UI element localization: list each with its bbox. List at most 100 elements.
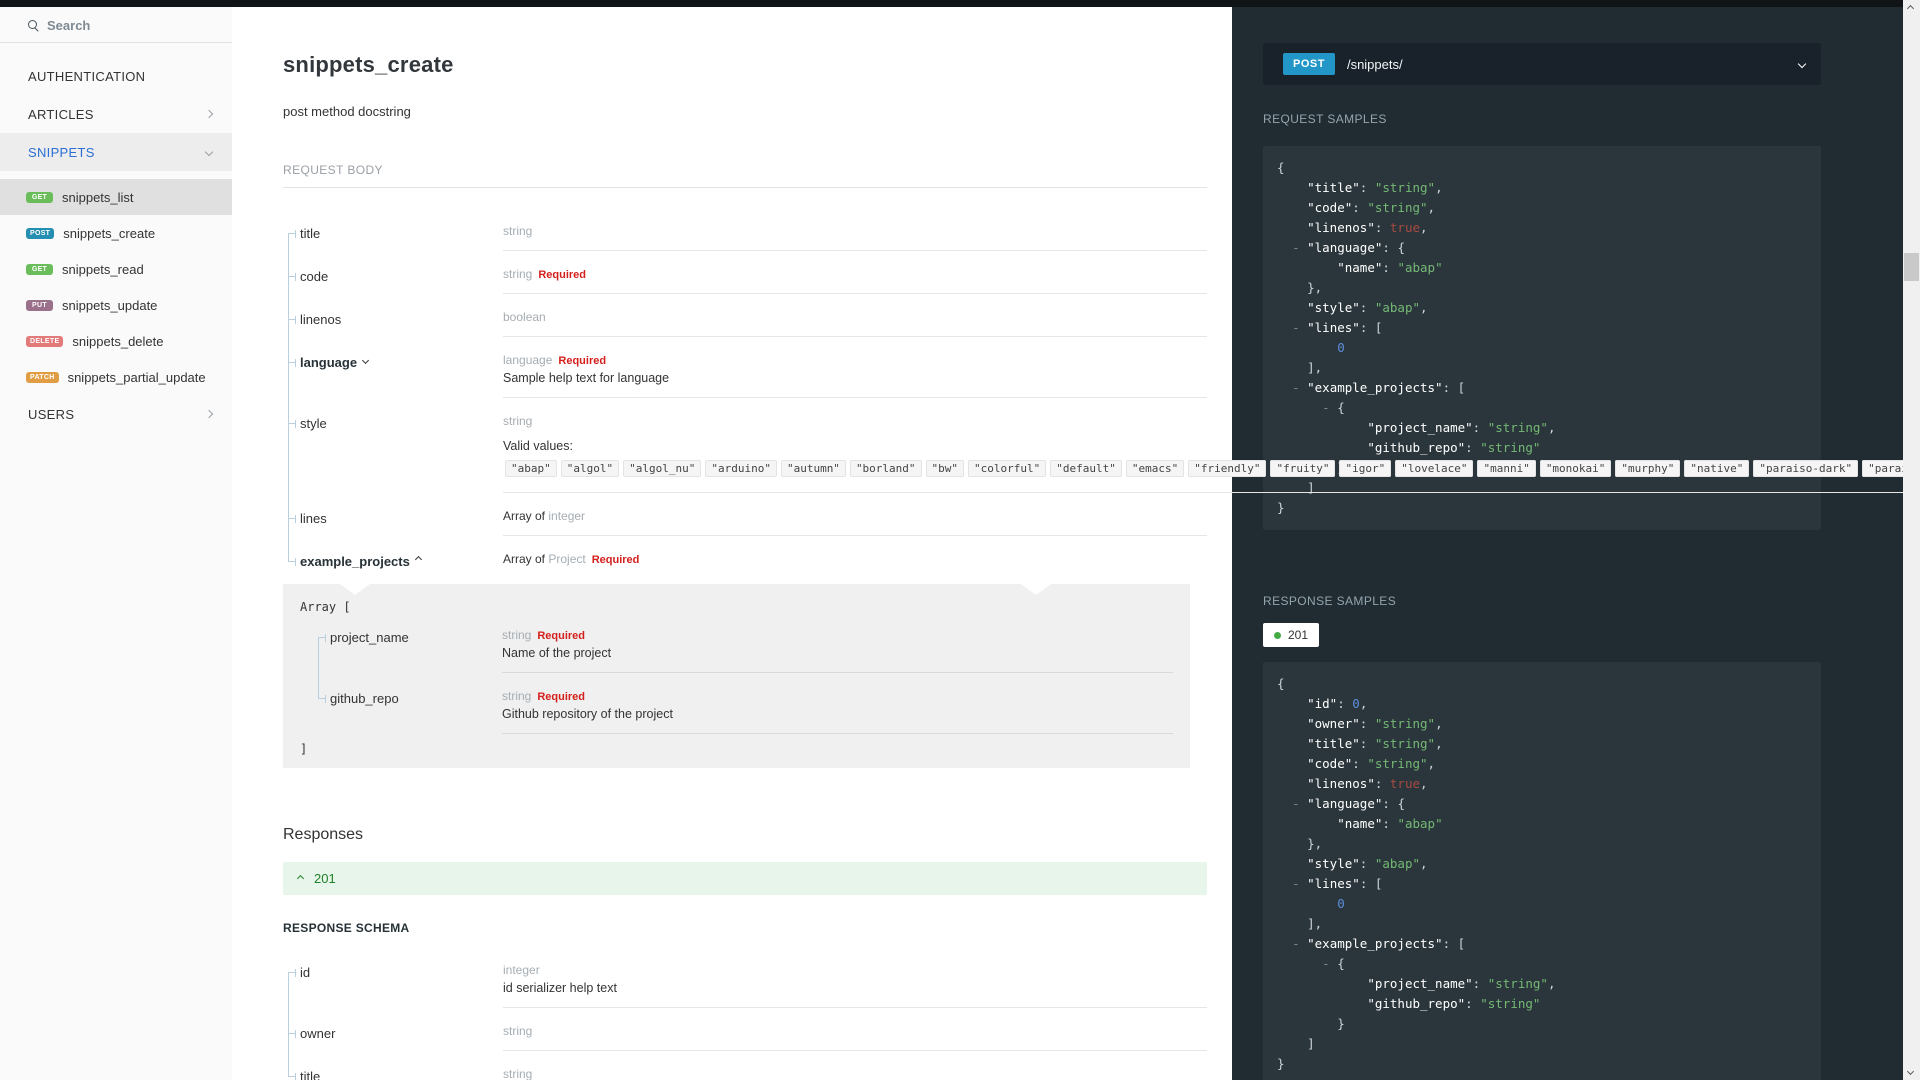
field-row-linenos: linenos boolean [283, 294, 1207, 337]
field-name: style [300, 416, 327, 432]
scroll-down-icon[interactable] [1906, 1067, 1915, 1076]
code-token: : [1352, 756, 1368, 771]
field-description-cell: Array of Project Required [503, 552, 1207, 569]
collapse-marker[interactable]: - [1292, 796, 1300, 811]
valid-value-chip: "abap" [505, 460, 557, 477]
code-line: "code": "string", [1277, 754, 1807, 774]
field-description-cell: string Required Github repository of the p… [502, 689, 1173, 735]
scrollbar-thumb[interactable] [1904, 253, 1919, 281]
code-token: : [1359, 736, 1375, 751]
code-token: "title" [1307, 180, 1360, 195]
valid-values-label: Valid values: [503, 439, 573, 453]
code-line: "style": "abap", [1277, 854, 1807, 874]
field-type: Project [548, 552, 586, 566]
valid-value-chip: "fruity" [1270, 460, 1336, 477]
code-line: }, [1277, 278, 1807, 298]
field-name-cell: project_name [313, 628, 502, 674]
collapse-marker[interactable]: - [1322, 400, 1330, 415]
sidebar-item-snippets-create[interactable]: POST snippets_create [0, 215, 232, 251]
tree-branch-line [288, 515, 296, 523]
tree-branch-line [288, 1073, 296, 1080]
code-line: } [1277, 498, 1807, 518]
search-box[interactable] [0, 7, 232, 43]
field-type-line: string Required [502, 689, 1173, 703]
array-item-fields: project_name string Required Name of the pr… [313, 628, 1173, 735]
tree-trunk-line [288, 972, 289, 1009]
tree-trunk-line [288, 294, 289, 337]
search-input[interactable] [47, 18, 187, 33]
field-name: code [300, 269, 329, 285]
sidebar-item-articles[interactable]: ARTICLES [0, 95, 232, 133]
code-token: : [1337, 696, 1353, 711]
response-sample-tab-201[interactable]: 201 [1263, 623, 1320, 647]
response-sample-code: { "id": 0, "owner": "string", "title": "… [1263, 662, 1821, 1080]
scroll-up-icon[interactable] [1906, 4, 1915, 13]
field-name-cell[interactable]: example_projects [283, 536, 503, 569]
field-type-prefix: Array of [503, 509, 549, 523]
search-icon [28, 19, 40, 32]
valid-value-chip: "lovelace" [1395, 460, 1474, 477]
code-line: 0 [1277, 894, 1807, 914]
collapse-marker[interactable]: - [1322, 956, 1330, 971]
code-token: "string" [1374, 180, 1436, 195]
collapse-marker[interactable]: - [1292, 936, 1300, 951]
collapse-marker[interactable]: - [1292, 320, 1300, 335]
field-name-cell[interactable]: language [283, 337, 503, 398]
sidebar-item-snippets-update[interactable]: PUT snippets_update [0, 287, 232, 323]
valid-value-chip: "manni" [1477, 460, 1536, 477]
valid-value-chip: "default" [1050, 460, 1122, 477]
method-badge-patch: PATCH [26, 371, 59, 383]
tree-trunk-line [318, 637, 319, 674]
response-code: 201 [314, 871, 336, 887]
collapse-marker[interactable]: - [1292, 876, 1300, 891]
collapse-marker[interactable]: - [1292, 380, 1300, 395]
field-name-cell: id [283, 963, 503, 1009]
code-line: "title": "string", [1277, 734, 1807, 754]
code-token: true [1389, 220, 1421, 235]
chevron-up-icon [296, 875, 305, 883]
sidebar-item-snippets-partial-update[interactable]: PATCH snippets_partial_update [0, 359, 232, 395]
sidebar-item-users[interactable]: USERS [0, 395, 232, 433]
code-token: , [1359, 696, 1368, 711]
sidebar-item-snippets-list[interactable]: GET snippets_list [0, 179, 232, 215]
sidebar-section-label: AUTHENTICATION [28, 68, 146, 84]
valid-value-chip: "algol" [560, 460, 620, 477]
sidebar-item-snippets-delete[interactable]: DELETE snippets_delete [0, 323, 232, 359]
field-row-title: title string [283, 1051, 1207, 1080]
tree-branch-line [288, 558, 296, 566]
field-row-lines: lines Array of integer [283, 493, 1207, 536]
collapse-marker[interactable]: - [1292, 240, 1300, 255]
code-token: "lines" [1307, 320, 1360, 335]
field-type: string [502, 689, 532, 704]
sidebar-item-authentication[interactable]: AUTHENTICATION [0, 57, 232, 95]
method-badge-get: GET [26, 263, 53, 275]
endpoint-dropdown[interactable]: POST /snippets/ [1263, 43, 1821, 85]
code-token: : [1359, 300, 1375, 315]
code-line: { [1277, 674, 1807, 694]
field-name: lines [300, 511, 327, 527]
sidebar-item-snippets[interactable]: SNIPPETS [0, 133, 232, 171]
sidebar-item-snippets-read[interactable]: GET snippets_read [0, 251, 232, 287]
tree-branch-line [288, 230, 296, 238]
code-token: : [ [1359, 320, 1383, 335]
field-name: title [300, 226, 321, 242]
tree-trunk-line [318, 673, 319, 699]
code-token: } [1277, 500, 1285, 515]
response-201-toggle[interactable]: 201 [283, 862, 1207, 896]
field-row-style: style string Valid values: "abap" "algol" "a… [283, 398, 1920, 493]
field-name-cell: github_repo [313, 673, 502, 734]
method-badge-post: POST [26, 227, 55, 239]
chevron-down-icon [362, 357, 370, 365]
required-badge: Required [538, 269, 587, 281]
code-token: "string" [1487, 976, 1548, 991]
window-scrollbar[interactable] [1903, 0, 1920, 1080]
field-description-cell: boolean [503, 310, 1207, 337]
code-token: "title" [1307, 736, 1360, 751]
